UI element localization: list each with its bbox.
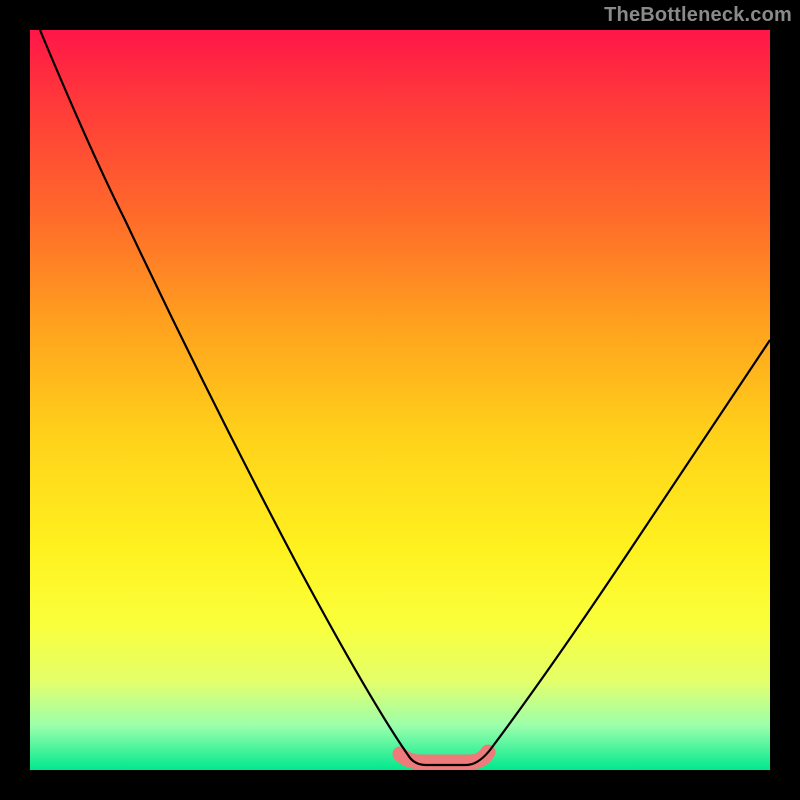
curve-right <box>466 340 770 765</box>
watermark-text: TheBottleneck.com <box>604 4 792 27</box>
plot-area <box>30 30 770 770</box>
chart-overlay <box>30 30 770 770</box>
chart-frame: TheBottleneck.com <box>0 0 800 800</box>
curve-left <box>40 30 426 765</box>
